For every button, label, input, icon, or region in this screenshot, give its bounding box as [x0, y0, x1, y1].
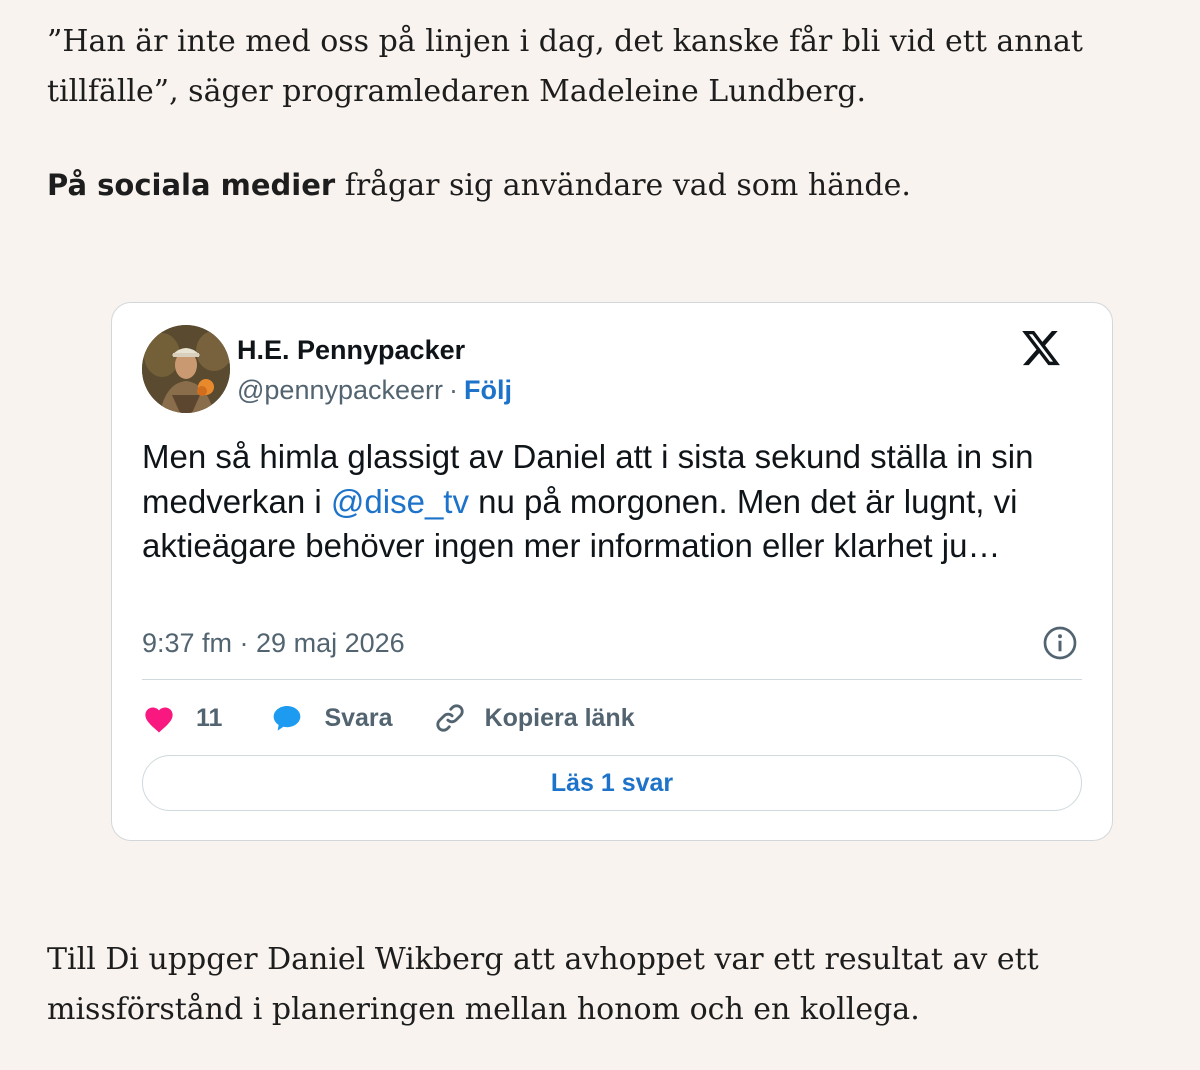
x-logo-icon[interactable] — [1020, 327, 1062, 369]
speech-bubble-icon — [274, 706, 301, 731]
like-count: 11 — [196, 703, 223, 732]
avatar[interactable] — [142, 325, 230, 413]
article-paragraph: Till Di uppger Daniel Wikberg att avhopp… — [47, 942, 1039, 1027]
divider — [142, 679, 1082, 680]
author-name[interactable]: H.E. Pennypacker — [237, 335, 465, 366]
tweet-text: Men så himla glassigt av Daniel att i si… — [142, 435, 1072, 569]
reply-button[interactable]: Svara — [270, 702, 393, 734]
bold-lead-text: På sociala medier — [47, 168, 336, 202]
reply-label: Svara — [324, 703, 393, 732]
heart-icon — [145, 707, 173, 733]
paragraph-text: frågar sig användare vad som hände. — [335, 168, 911, 203]
author-meta: @pennypackeerr · Följ — [237, 375, 512, 406]
mention-link[interactable]: @dise_tv — [331, 483, 469, 520]
link-icon — [435, 704, 464, 732]
copy-link-label: Kopiera länk — [484, 703, 635, 732]
article-paragraph: På sociala medier frågar sig användare v… — [47, 160, 1167, 211]
embedded-tweet: H.E. Pennypacker @pennypackeerr · Följ Men… — [111, 302, 1113, 841]
info-icon[interactable] — [1042, 625, 1078, 661]
follow-button[interactable]: Följ — [464, 375, 512, 405]
article-paragraph: ”Han är inte med oss på linjen i dag, de… — [47, 24, 1083, 109]
tweet-actions: 11 Svara Kopiera länk — [142, 701, 635, 735]
like-button[interactable]: 11 — [142, 703, 222, 733]
author-handle[interactable]: @pennypackeerr — [237, 375, 443, 405]
meta-separator: · — [449, 375, 459, 405]
tweet-timestamp[interactable]: 9:37 fm · 29 maj 2026 — [142, 628, 405, 659]
read-replies-button[interactable]: Läs 1 svar — [142, 755, 1082, 811]
copy-link-button[interactable]: Kopiera länk — [433, 701, 635, 735]
